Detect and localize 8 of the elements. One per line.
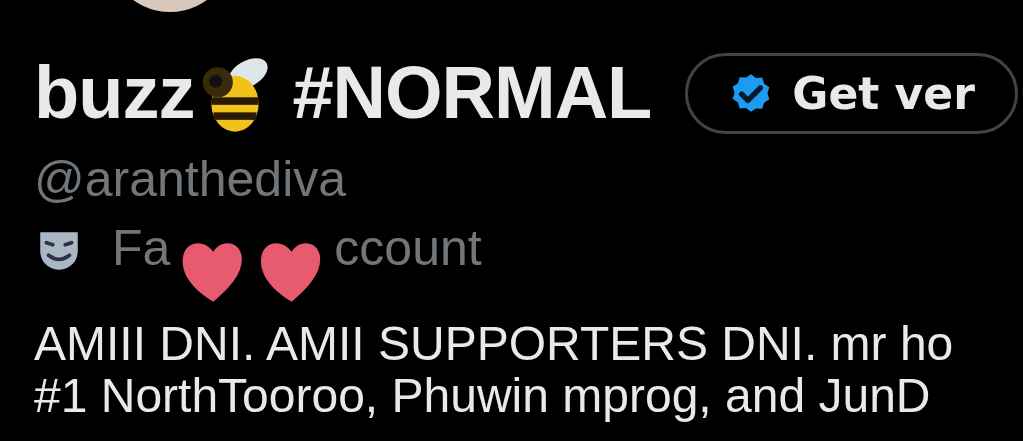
display-name: buzz xyxy=(34,56,195,130)
profile-category: ccount xyxy=(334,219,482,278)
get-verified-button[interactable]: Get ver xyxy=(685,52,1018,134)
bio-text: #1 NorthTooroo, Phuwin mprog, and JunD xyxy=(34,370,932,422)
bio-text: AMIII DNI. AMII SUPPORTERS DNI. mr ho xyxy=(34,318,955,370)
name-hashtag: #NORMAL xyxy=(292,56,652,130)
user-handle: @aranthediva xyxy=(34,150,348,208)
profile-category: Fa xyxy=(112,219,171,278)
